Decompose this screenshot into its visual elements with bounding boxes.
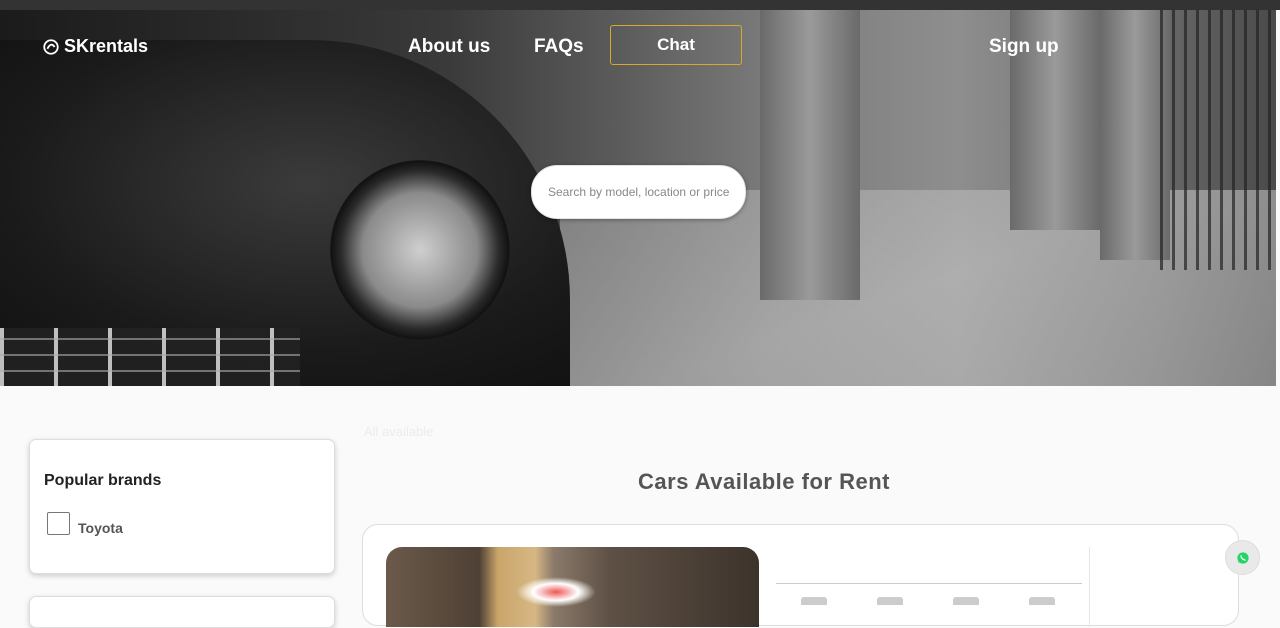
car-headlight [330,160,510,340]
whatsapp-icon [1236,551,1249,564]
top-bar [0,0,1280,10]
brand-label: Toyota [78,520,123,536]
search-input[interactable] [532,166,745,218]
spec-icon [801,597,827,605]
chat-button[interactable]: Chat [610,25,742,65]
car-photo[interactable] [386,547,759,627]
spec-icon [1029,597,1055,605]
filter-card [29,596,335,628]
nav-about-link[interactable]: About us [408,36,490,58]
brand-option-toyota[interactable]: Toyota [47,510,123,536]
car-listing-card[interactable] [362,524,1239,627]
nav-faqs-link[interactable]: FAQs [534,36,584,58]
logo-icon [43,38,59,55]
search-bar [531,165,746,219]
brand-checkbox[interactable] [47,511,70,535]
signup-link[interactable]: Sign up [989,36,1059,58]
whatsapp-chat-button[interactable] [1225,540,1260,575]
card-divider-vertical [1089,547,1090,627]
page-title: Cars Available for Rent [638,469,890,494]
card-divider [776,583,1082,584]
spec-icon [953,597,979,605]
spec-icon [877,597,903,605]
brand-logo-link[interactable]: SKrentals [42,36,148,57]
brand-name: SKrentals [64,36,149,56]
breadcrumb: All available [364,424,434,439]
brands-filter-title: Popular brands [44,472,162,489]
brands-filter-card: Popular brands Toyota [29,439,335,574]
